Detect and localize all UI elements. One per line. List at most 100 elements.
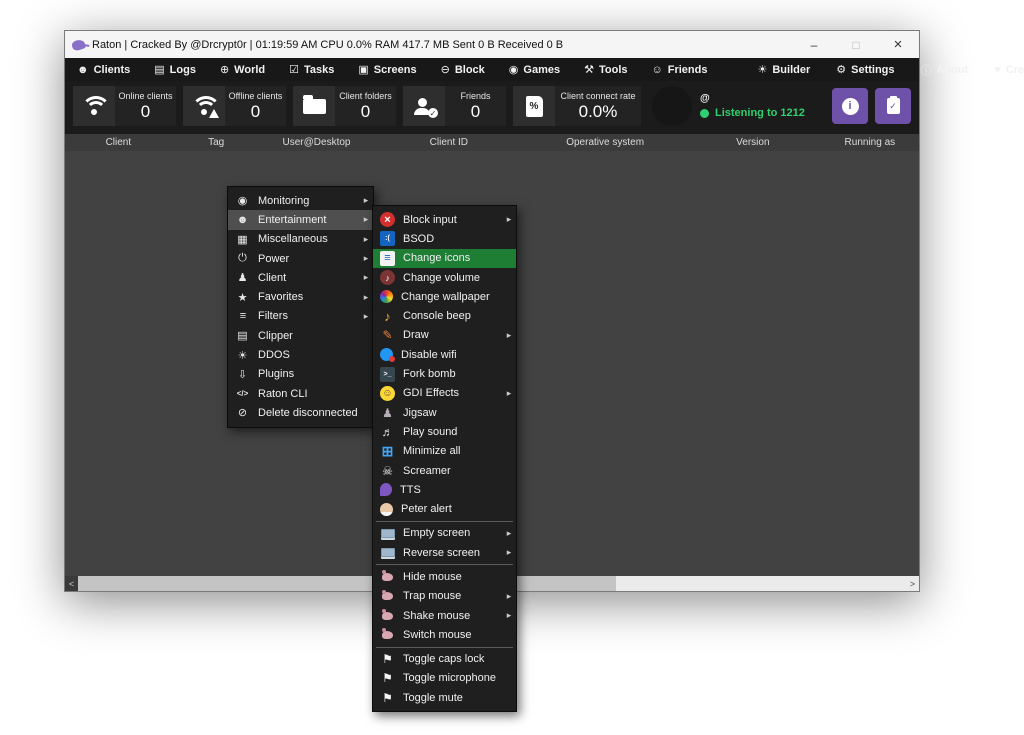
palette-icon [380, 290, 393, 303]
card-client-folders: Client folders0 [293, 86, 396, 126]
menu-item-power[interactable]: Power [228, 249, 373, 268]
menu-item-client[interactable]: Client [228, 268, 373, 287]
menu-item-favorites[interactable]: Favorites [228, 287, 373, 306]
submenu-item-switch-mouse[interactable]: Switch mouse [373, 625, 516, 644]
mouse-icon [380, 627, 395, 642]
submenu-arrow-icon [502, 388, 516, 399]
card-connect-rate: Client connect rate0.0% [513, 86, 641, 126]
close-icon[interactable] [877, 31, 919, 58]
submenu-item-empty-screen[interactable]: Empty screen [373, 524, 516, 543]
menu-logs[interactable]: ▤Logs [154, 63, 196, 76]
peter-icon [380, 503, 393, 516]
menu-item-ddos[interactable]: DDOS [228, 345, 373, 364]
scroll-left-icon[interactable] [65, 576, 78, 591]
submenu-item-screamer[interactable]: Screamer [373, 461, 516, 480]
minimize-icon[interactable] [793, 31, 835, 58]
menu-item-miscellaneous[interactable]: Miscellaneous [228, 230, 373, 249]
menu-label: Friends [668, 64, 708, 76]
submenu-item-play-sound[interactable]: Play sound [373, 422, 516, 441]
eye-icon [235, 193, 250, 208]
card-label: Friends [447, 91, 504, 101]
menu-item-label: Toggle microphone [403, 672, 516, 684]
info-button[interactable] [832, 88, 868, 124]
submenu-item-gdi-effects[interactable]: GDI Effects [373, 384, 516, 403]
submenu-item-bsod[interactable]: BSOD [373, 229, 516, 248]
submenu-item-change-icons[interactable]: Change icons [373, 249, 516, 268]
sound-icon [380, 424, 395, 439]
menu-tasks[interactable]: ☑Tasks [289, 63, 334, 76]
skull-icon [380, 463, 395, 478]
submenu-arrow-icon [359, 292, 373, 303]
card-label: Online clients [117, 91, 174, 101]
menu-world[interactable]: ⊕World [220, 63, 265, 76]
submenu-item-disable-wifi[interactable]: Disable wifi [373, 345, 516, 364]
submenu-item-reverse-screen[interactable]: Reverse screen [373, 543, 516, 562]
menu-screens[interactable]: ▣Screens [358, 63, 416, 76]
submenu-item-tts[interactable]: TTS [373, 480, 516, 499]
menu-item-clipper[interactable]: Clipper [228, 326, 373, 345]
submenu-item-draw[interactable]: Draw [373, 326, 516, 345]
menu-bar: ☻Clients ▤Logs ⊕World ☑Tasks ▣Screens ⊖B… [65, 58, 919, 81]
menu-label: Credits [1006, 64, 1024, 76]
scrollbar-track[interactable] [616, 576, 906, 591]
menu-games[interactable]: ◉Games [509, 63, 560, 76]
submenu-item-trap-mouse[interactable]: Trap mouse [373, 587, 516, 606]
submenu-item-hide-mouse[interactable]: Hide mouse [373, 567, 516, 586]
clipboard-check-button[interactable] [875, 88, 911, 124]
menu-tools[interactable]: ⚒Tools [584, 63, 627, 76]
menu-credits[interactable]: ♥ Credits [994, 62, 1024, 78]
menu-item-plugins[interactable]: Plugins [228, 365, 373, 384]
column-header-tag[interactable]: Tag [172, 137, 261, 148]
menu-item-label: Toggle mute [403, 692, 516, 704]
menu-label: About [937, 64, 969, 76]
maximize-icon[interactable] [835, 31, 877, 58]
menu-item-label: Favorites [258, 291, 359, 303]
submenu-arrow-icon [359, 253, 373, 264]
submenu-arrow-icon [502, 214, 516, 225]
menu-settings[interactable]: ⚙Settings [836, 62, 894, 78]
menu-block[interactable]: ⊖Block [441, 63, 485, 76]
jigsaw-icon [380, 405, 395, 420]
submenu-item-shake-mouse[interactable]: Shake mouse [373, 606, 516, 625]
submenu-item-block-input[interactable]: Block input [373, 210, 516, 229]
heart-icon: ♥ [994, 64, 1001, 76]
scrollbar-thumb[interactable] [78, 576, 616, 591]
percent-page-icon [513, 86, 555, 126]
menu-builder[interactable]: ☀Builder [757, 62, 810, 78]
globe-icon: ⊕ [220, 63, 229, 76]
friends-icon: ☺ [652, 64, 663, 76]
menu-item-entertainment[interactable]: Entertainment [228, 210, 373, 229]
menu-item-monitoring[interactable]: Monitoring [228, 191, 373, 210]
menu-item-label: BSOD [403, 233, 516, 245]
user-handle: @ [700, 93, 805, 104]
column-header-user-desktop[interactable]: User@Desktop [261, 137, 373, 148]
menu-about[interactable]: ⓘAbout [921, 62, 969, 78]
menu-item-label: Raton CLI [258, 388, 373, 400]
menu-friends[interactable]: ☺ Friends [652, 64, 708, 76]
submenu-item-jigsaw[interactable]: Jigsaw [373, 403, 516, 422]
column-header-running-as[interactable]: Running as [821, 137, 919, 148]
menu-item-label: GDI Effects [403, 387, 502, 399]
column-header-version[interactable]: Version [685, 137, 821, 148]
menu-item-filters[interactable]: Filters [228, 307, 373, 326]
menu-item-raton-cli[interactable]: Raton CLI [228, 384, 373, 403]
menu-clients[interactable]: ☻Clients [77, 64, 130, 76]
submenu-item-toggle-microphone[interactable]: Toggle microphone [373, 669, 516, 688]
submenu-item-fork-bomb[interactable]: Fork bomb [373, 364, 516, 383]
column-header-client[interactable]: Client [65, 137, 172, 148]
submenu-item-minimize-all[interactable]: Minimize all [373, 442, 516, 461]
menu-item-delete-disconnected[interactable]: Delete disconnected [228, 403, 373, 422]
column-header-client-id[interactable]: Client ID [372, 137, 525, 148]
info-icon [842, 98, 859, 115]
submenu-item-toggle-mute[interactable]: Toggle mute [373, 688, 516, 707]
submenu-item-change-wallpaper[interactable]: Change wallpaper [373, 287, 516, 306]
submenu-item-peter-alert[interactable]: Peter alert [373, 499, 516, 518]
submenu-item-console-beep[interactable]: Console beep [373, 306, 516, 325]
menu-separator [376, 521, 513, 522]
scroll-right-icon[interactable] [906, 576, 919, 591]
globe-off-icon [380, 348, 393, 361]
column-header-operative-system[interactable]: Operative system [525, 137, 685, 148]
submenu-item-toggle-caps-lock[interactable]: Toggle caps lock [373, 650, 516, 669]
submenu-item-change-volume[interactable]: Change volume [373, 268, 516, 287]
menu-item-label: Miscellaneous [258, 233, 359, 245]
